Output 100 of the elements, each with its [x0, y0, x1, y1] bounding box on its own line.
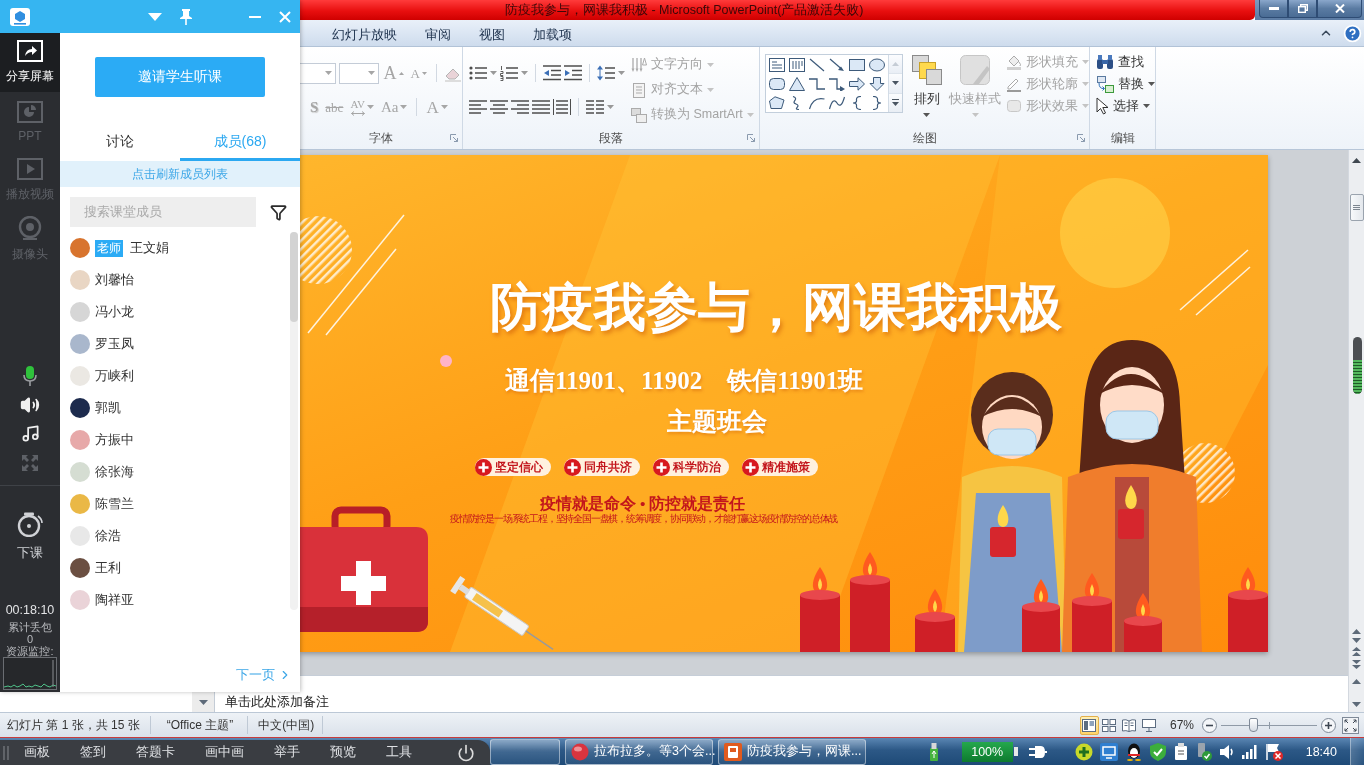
editing-command[interactable]: 选择 [1096, 95, 1155, 117]
arrow-up-icon[interactable] [1352, 679, 1361, 684]
rectangle-shape-icon[interactable] [849, 57, 865, 72]
ribbon-tab[interactable]: 加载项 [519, 23, 586, 47]
music-note-icon[interactable] [20, 424, 40, 443]
microphone-icon[interactable] [23, 365, 37, 386]
caret-icon[interactable] [607, 105, 614, 109]
arrow-down-icon[interactable] [1352, 638, 1361, 643]
battery-indicator[interactable]: 100% [961, 741, 1018, 762]
curve-shape-icon[interactable] [829, 95, 845, 110]
taskbar-button[interactable]: 拉布拉多。等3个会... [565, 738, 713, 765]
taskbar-button[interactable]: 防疫我参与，网课... [718, 738, 866, 765]
fit-to-window-icon[interactable] [1342, 716, 1359, 734]
toolbar-item[interactable]: 工具 [371, 740, 427, 765]
filter-icon[interactable] [270, 203, 287, 221]
right-arrow-shape-icon[interactable] [849, 76, 865, 91]
ribbon-tab[interactable]: 幻灯片放映 [318, 23, 411, 47]
arrow-up-icon[interactable] [1352, 158, 1361, 163]
signal-icon[interactable] [1241, 744, 1258, 759]
plus-circle-icon [653, 458, 670, 476]
vertical-text-box-shape-icon[interactable] [789, 57, 805, 72]
caret-icon [707, 62, 714, 67]
arc-shape-icon[interactable] [809, 95, 825, 110]
view-button[interactable] [1079, 715, 1099, 735]
corner-arrow-icon[interactable] [747, 134, 755, 142]
corner-arrow-icon[interactable] [1077, 134, 1085, 142]
panel-tab[interactable]: 讨论 [60, 125, 180, 161]
minimize-button[interactable] [1259, 0, 1288, 18]
increase-indent-icon[interactable] [564, 65, 582, 81]
arrow-down-icon[interactable] [198, 699, 208, 705]
scrollbar-thumb[interactable] [1349, 194, 1364, 221]
toolbar-item[interactable]: 签到 [65, 740, 121, 765]
bullet-list-icon[interactable] [469, 65, 487, 81]
zoom-in-icon[interactable] [1321, 717, 1336, 733]
toolbar-item[interactable]: 举手 [259, 740, 315, 765]
search-field[interactable]: 搜索课堂成员 [70, 197, 256, 227]
clipboard-icon[interactable] [1172, 742, 1189, 761]
numbered-list-icon[interactable] [500, 65, 518, 81]
monitor-icon[interactable] [1099, 742, 1118, 761]
zoom-level[interactable]: 67% [1169, 718, 1194, 732]
speaker-icon[interactable] [1218, 743, 1235, 760]
flag-icon[interactable] [1264, 742, 1283, 761]
speaker-icon[interactable] [20, 394, 40, 415]
drive-check-icon[interactable] [1195, 742, 1212, 761]
arrow-shape-icon[interactable] [829, 57, 845, 72]
close-button[interactable] [1317, 0, 1362, 18]
zoom-slider-thumb[interactable] [1248, 718, 1258, 732]
text-box-shape-icon[interactable] [769, 57, 785, 72]
freeform-shape-icon[interactable] [769, 95, 785, 110]
double-arrow-icon [350, 110, 365, 116]
plug-icon[interactable] [1028, 744, 1047, 759]
editing-command[interactable]: 查找 [1096, 51, 1155, 73]
caret-icon[interactable] [521, 71, 528, 75]
shield-icon[interactable] [1149, 742, 1166, 761]
clock[interactable]: 18:40 [1305, 744, 1337, 759]
power-icon[interactable] [457, 743, 475, 762]
distribute-icon[interactable] [553, 99, 571, 115]
line-spacing-icon[interactable] [597, 65, 615, 81]
toolbar-item[interactable]: 画中画 [190, 740, 259, 765]
align-right-icon[interactable] [511, 99, 529, 115]
columns-icon[interactable] [586, 99, 604, 115]
editing-command[interactable]: 替换 [1096, 73, 1155, 95]
gallery-scroll-down-button[interactable] [889, 74, 902, 94]
caret-up-icon [398, 71, 404, 75]
decrease-indent-icon[interactable] [543, 65, 561, 81]
down-arrow-shape-icon[interactable] [869, 76, 885, 91]
help-icon[interactable] [1343, 23, 1362, 43]
caret-icon[interactable] [490, 71, 497, 75]
taskbar-button[interactable] [490, 738, 560, 765]
restore-button[interactable] [1288, 0, 1317, 18]
sidebar-item[interactable]: 分享屏幕 [0, 33, 60, 92]
usb-drive-icon[interactable] [928, 742, 939, 761]
double-arrow-down-icon[interactable] [1352, 660, 1361, 669]
rounded-rectangle-shape-icon[interactable] [769, 76, 785, 91]
toolbar-item[interactable]: 预览 [315, 740, 371, 765]
grip-icon[interactable] [3, 745, 9, 760]
pencil-icon [1006, 76, 1022, 92]
ribbon-tab[interactable]: 审阅 [411, 23, 465, 47]
line-shape-icon[interactable] [809, 57, 825, 72]
align-left-icon[interactable] [469, 99, 487, 115]
plus-circle-icon[interactable] [1074, 742, 1093, 761]
double-arrow-up-icon[interactable] [1352, 647, 1361, 656]
corner-arrow-icon[interactable] [450, 134, 458, 142]
class-timer: 00:18:10 [5, 603, 55, 617]
triangle-shape-icon[interactable] [789, 76, 805, 91]
toolbar-item[interactable]: 答题卡 [121, 740, 190, 765]
end-class-button[interactable]: 下课 [0, 512, 60, 562]
elbow-connector-shape-icon[interactable] [809, 76, 825, 91]
arrow-up-icon[interactable] [1352, 629, 1361, 634]
arrow-down-icon[interactable] [1352, 702, 1361, 707]
align-center-icon[interactable] [490, 99, 508, 115]
scrollbar-thumb[interactable] [290, 232, 298, 322]
toolbar-item[interactable]: 画板 [9, 740, 65, 765]
oval-shape-icon[interactable] [869, 57, 885, 72]
ribbon-tab[interactable]: 视图 [465, 23, 519, 47]
elbow-arrow-shape-icon[interactable] [829, 76, 845, 91]
large-ribbon-command[interactable]: 排列 [909, 54, 945, 126]
justify-icon[interactable] [532, 99, 550, 115]
caret-icon[interactable] [618, 71, 625, 75]
zoom-out-icon[interactable] [1202, 717, 1217, 733]
